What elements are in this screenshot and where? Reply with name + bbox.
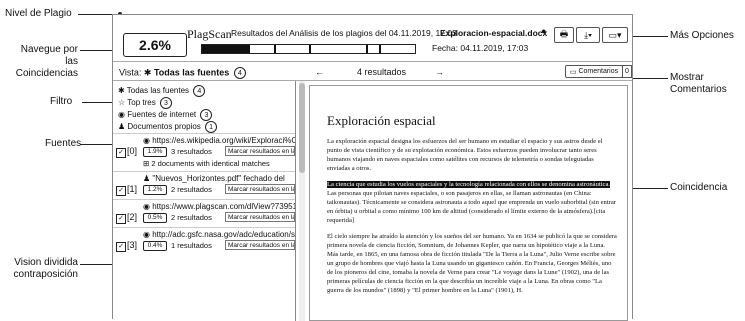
source-percentage: 1.2% — [143, 185, 167, 195]
prev-match-button[interactable]: ← — [315, 67, 324, 77]
print-button[interactable]: 🖶 — [554, 27, 574, 43]
comment-icon: ▭ — [569, 68, 579, 76]
report-date: Fecha: 04.11.2019, 17:03 — [432, 43, 529, 53]
callout-mas-opciones: Más Opciones — [670, 30, 734, 41]
scrollbar-thumb[interactable] — [299, 83, 305, 173]
match-marker[interactable] — [378, 45, 381, 53]
callout-coincidencia: Coincidencia — [670, 182, 728, 193]
source-checkbox[interactable]: ✓ — [116, 148, 126, 158]
divider — [113, 199, 295, 200]
callout-mostrar-comentarios: Mostrar Comentarios — [670, 72, 727, 95]
filter-item[interactable]: ✱ Todas las fuentes 4 — [118, 85, 206, 97]
divider — [113, 133, 295, 134]
match-marker[interactable] — [366, 45, 368, 53]
match-navigation-bar[interactable] — [201, 44, 416, 54]
source-url[interactable]: ♟ "Nuevos_Horizontes.pdf" fechado del — [143, 174, 295, 183]
source-index: [0] — [127, 146, 138, 156]
source-url[interactable]: ◉ http://adc.gsfc.nasa.gov/adc/education… — [143, 230, 295, 239]
callout-nivel-plagio: Nivel de Plagio — [5, 8, 72, 19]
document-content: Exploración espacial La exploración espa… — [327, 113, 617, 302]
source-url[interactable]: ◉ https://es.wikipedia.org/wiki/Explorac… — [143, 136, 295, 145]
mark-results-button[interactable]: Marcar resultados en la fuer — [225, 240, 295, 250]
source-results: 3 resultados — [171, 147, 212, 156]
view-filter[interactable]: Vista: ✱ Todas las fuentes 4 — [119, 67, 246, 79]
document-icon: ♟ — [143, 174, 151, 183]
report-title: Resultados del Análisis de los plagios d… — [231, 28, 457, 38]
sources-panel: ✱ Todas las fuentes 4 ☆ Top tres 3 ◉ Fuent… — [113, 81, 296, 321]
identical-docs[interactable]: ⊞ 2 documents with identical matches — [143, 159, 270, 168]
paragraph: La ciencia que estudia los vuelos espaci… — [327, 181, 616, 224]
source-checkbox[interactable]: ✓ — [116, 242, 126, 252]
callout-fuentes: Fuentes — [45, 138, 82, 149]
mark-results-button[interactable]: Marcar resultados en la fuer — [225, 146, 295, 156]
filter-item[interactable]: ◉ Fuentes de internet 3 — [118, 109, 213, 121]
source-results: 1 resultados — [171, 241, 212, 250]
report-filename: Exploracion-espacial.docx — [440, 28, 548, 38]
plagscan-logo: PlagScan — [187, 27, 232, 41]
download-button[interactable]: ⤓▾ — [576, 27, 600, 43]
plagiarism-level: 2.6% — [123, 33, 187, 57]
globe-icon: ◉ — [143, 202, 150, 211]
star-icon: ✱ — [118, 86, 125, 96]
plagscan-window: 2.6% PlagScan Resultados del Análisis de… — [112, 14, 633, 321]
match-marker[interactable] — [274, 45, 277, 53]
source-checkbox[interactable]: ✓ — [116, 214, 126, 224]
source-results: 2 resultados — [171, 185, 212, 194]
source-results: 2 resultados — [171, 213, 212, 222]
source-index: [2] — [127, 212, 138, 222]
callout-vision: Vision dividida contraposición — [13, 257, 78, 280]
star-icon: ✱ — [143, 67, 152, 78]
paragraph: El cielo siempre ha atraído la atención … — [327, 233, 617, 294]
source-percentage: 0.5% — [143, 213, 167, 223]
user-icon: ♟ — [118, 122, 126, 132]
display-options-button[interactable]: ▭▾ — [602, 27, 628, 43]
paragraph: La exploración espacial designa los esfu… — [327, 138, 603, 172]
expand-icon: ⊞ — [143, 159, 150, 168]
divider — [113, 171, 295, 172]
match-bar-segment[interactable] — [202, 45, 251, 53]
source-percentage: 1.9% — [143, 147, 167, 157]
filter-item[interactable]: ☆ Top tres 3 — [118, 97, 172, 109]
results-count: 4 resultados — [357, 67, 407, 77]
globe-icon: ◉ — [143, 230, 150, 239]
mark-results-button[interactable]: Marcar resultados en la fuer — [225, 184, 295, 194]
mark-results-button[interactable]: Marcar resultados en la fuer — [225, 212, 295, 222]
globe-icon: ◉ — [118, 110, 125, 120]
globe-icon: ◉ — [143, 136, 150, 145]
match-marker[interactable] — [308, 45, 311, 53]
star-outline-icon: ☆ — [118, 98, 126, 108]
filter-item[interactable]: ♟ Documentos propios 1 — [118, 121, 218, 133]
source-url[interactable]: ◉ https://www.plagscan.com/dlView?739518… — [143, 202, 295, 211]
comments-button[interactable]: ▭ Comentarios — [565, 65, 623, 78]
source-percentage: 0.4% — [143, 241, 167, 251]
source-index: [3] — [127, 240, 138, 250]
document-title: Exploración espacial — [327, 113, 436, 128]
scrollbar[interactable] — [299, 81, 305, 321]
callout-filtro: Filtro — [50, 96, 73, 107]
match-highlight[interactable]: La ciencia que estudia los vuelos espaci… — [327, 181, 611, 188]
info-icon[interactable]: ● — [541, 26, 546, 36]
source-index: [1] — [127, 184, 138, 194]
source-checkbox[interactable]: ✓ — [116, 186, 126, 196]
next-match-button[interactable]: → — [435, 67, 444, 77]
divider — [113, 227, 295, 228]
comments-count: 0 — [622, 65, 632, 78]
callout-navegue: Navegue por las Coincidencias — [15, 44, 78, 79]
